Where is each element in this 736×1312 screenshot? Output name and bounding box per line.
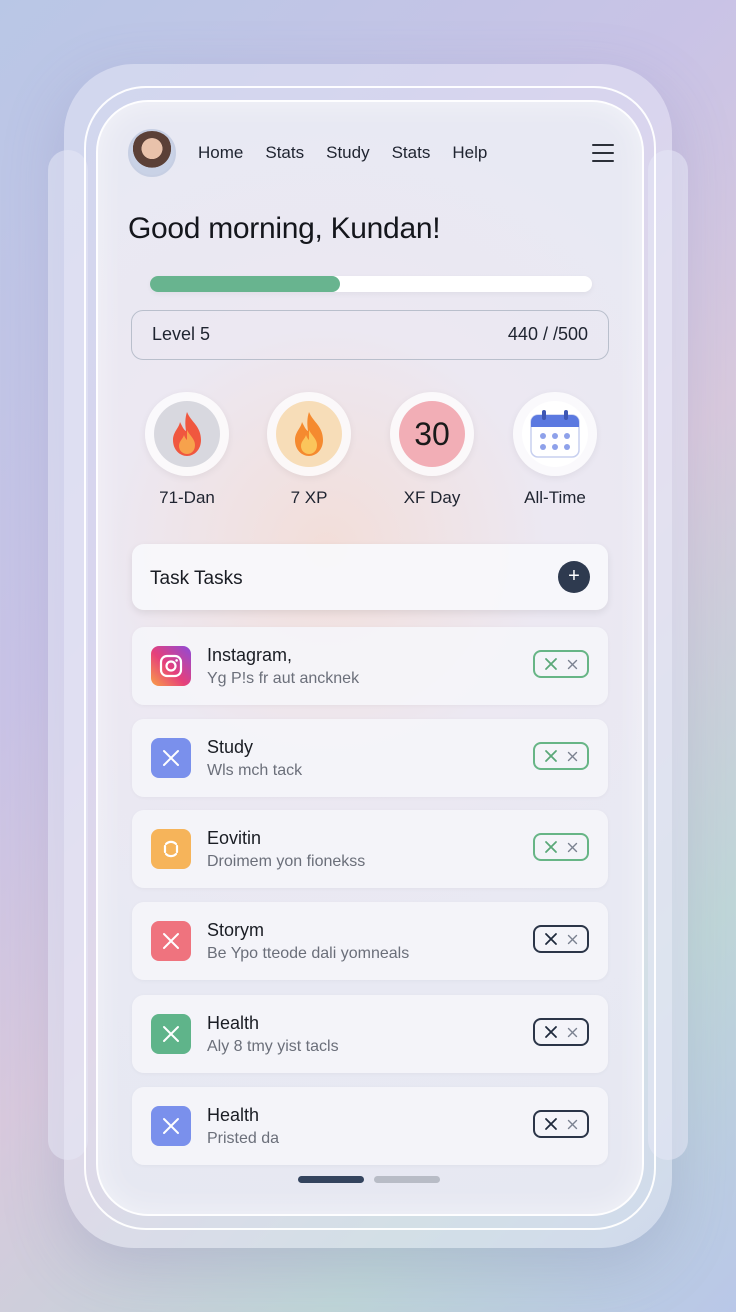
close-icon[interactable] [544,1025,558,1039]
add-task-button[interactable]: + [558,561,590,593]
refresh-icon [151,829,191,869]
stat-label: 7 XP [290,488,328,507]
task-item[interactable]: Storym Be Ypo ttеode dali yomneals [132,902,608,980]
close-icon [151,738,191,778]
stat-label: XF Day [403,488,461,507]
task-toggle[interactable] [533,1110,589,1138]
close-icon [151,1106,191,1146]
stat-streak[interactable]: 71-Dan [132,392,242,508]
stat-xp[interactable]: 7 XP [254,392,364,508]
task-subtitle: Pristed da [207,1130,280,1147]
nav-stats[interactable]: Stats [265,143,304,163]
nav-stats-2[interactable]: Stats [392,143,431,163]
task-item[interactable]: Instagram, Yg P!s fr aut ancknek [132,627,608,705]
xp-count: 440 / /500 [507,324,588,344]
close-icon[interactable] [567,1119,578,1130]
task-title: Health [207,1013,260,1033]
page-dot[interactable] [374,1176,440,1183]
stat-ring [522,401,588,467]
task-title: Instagram, [207,645,293,665]
task-toggle[interactable] [533,833,589,861]
page-dot-active[interactable] [298,1176,364,1183]
task-item[interactable]: Health Aly 8 tmy yist tacls [132,995,608,1073]
flame-icon [295,412,323,456]
task-title: Eovitin [207,828,262,848]
xp-progress-bar [150,276,592,292]
close-icon[interactable] [567,934,578,945]
nav-help[interactable]: Help [452,143,487,163]
task-toggle[interactable] [533,925,589,953]
stat-all-time[interactable]: All-Time [500,392,610,508]
nav-home[interactable]: Home [198,143,243,163]
task-subtitle: Aly 8 tmy yist tacls [207,1038,339,1055]
task-title: Study [207,737,254,757]
task-item[interactable]: Health Pristed da [132,1087,608,1165]
task-title: Health [207,1105,260,1125]
task-item[interactable]: Study Wls mch tack [132,719,608,797]
close-icon[interactable] [567,1027,578,1038]
nav-study[interactable]: Study [326,143,369,163]
close-icon[interactable] [544,1117,558,1131]
stat-ring: 30 [399,401,465,467]
task-subtitle: Wls mch tack [207,762,303,779]
close-icon [151,1014,191,1054]
stat-ring [276,401,342,467]
close-icon[interactable] [544,932,558,946]
app-screen: Home Stats Study Stats Help Good morning… [96,100,644,1216]
tasks-header-title: Task Tasks [150,568,243,589]
task-title: Storym [207,920,265,940]
close-icon[interactable] [567,659,578,670]
page-indicator [98,1176,642,1184]
hamburger-menu-icon[interactable] [592,144,614,162]
stats-row: 71-Dan 7 XP 30 XF Day All-Time [132,392,612,512]
close-icon[interactable] [544,749,558,763]
task-toggle[interactable] [533,742,589,770]
calendar-icon [530,410,580,458]
tasks-header: Task Tasks + [132,544,608,610]
close-icon [151,921,191,961]
flame-icon [173,412,201,456]
task-subtitle: Be Ypo ttеode dali yomneals [207,945,410,962]
stat-ring [154,401,220,467]
xp-progress-fill [150,276,341,292]
task-toggle[interactable] [533,1018,589,1046]
close-icon[interactable] [544,657,558,671]
stat-label: All-Time [524,488,586,507]
close-icon[interactable] [567,842,578,853]
greeting-title: Good morning, Kundan! [128,212,441,245]
avatar[interactable] [128,129,176,177]
back-card-left [48,150,88,1160]
top-nav: Home Stats Study Stats Help [128,128,614,178]
task-toggle[interactable] [533,650,589,678]
close-icon[interactable] [544,840,558,854]
close-icon[interactable] [567,751,578,762]
task-subtitle: Droimem yon fionekss [207,853,366,870]
stat-value: 30 [414,415,450,452]
stat-label: 71-Dan [159,488,215,507]
level-label: Level 5 [152,324,211,344]
stat-day[interactable]: 30 XF Day [377,392,487,508]
instagram-icon [151,646,191,686]
task-item[interactable]: Eovitin Droimem yon fionekss [132,810,608,888]
task-subtitle: Yg P!s fr aut ancknek [207,670,360,687]
level-box: Level 5 440 / /500 [131,310,609,360]
